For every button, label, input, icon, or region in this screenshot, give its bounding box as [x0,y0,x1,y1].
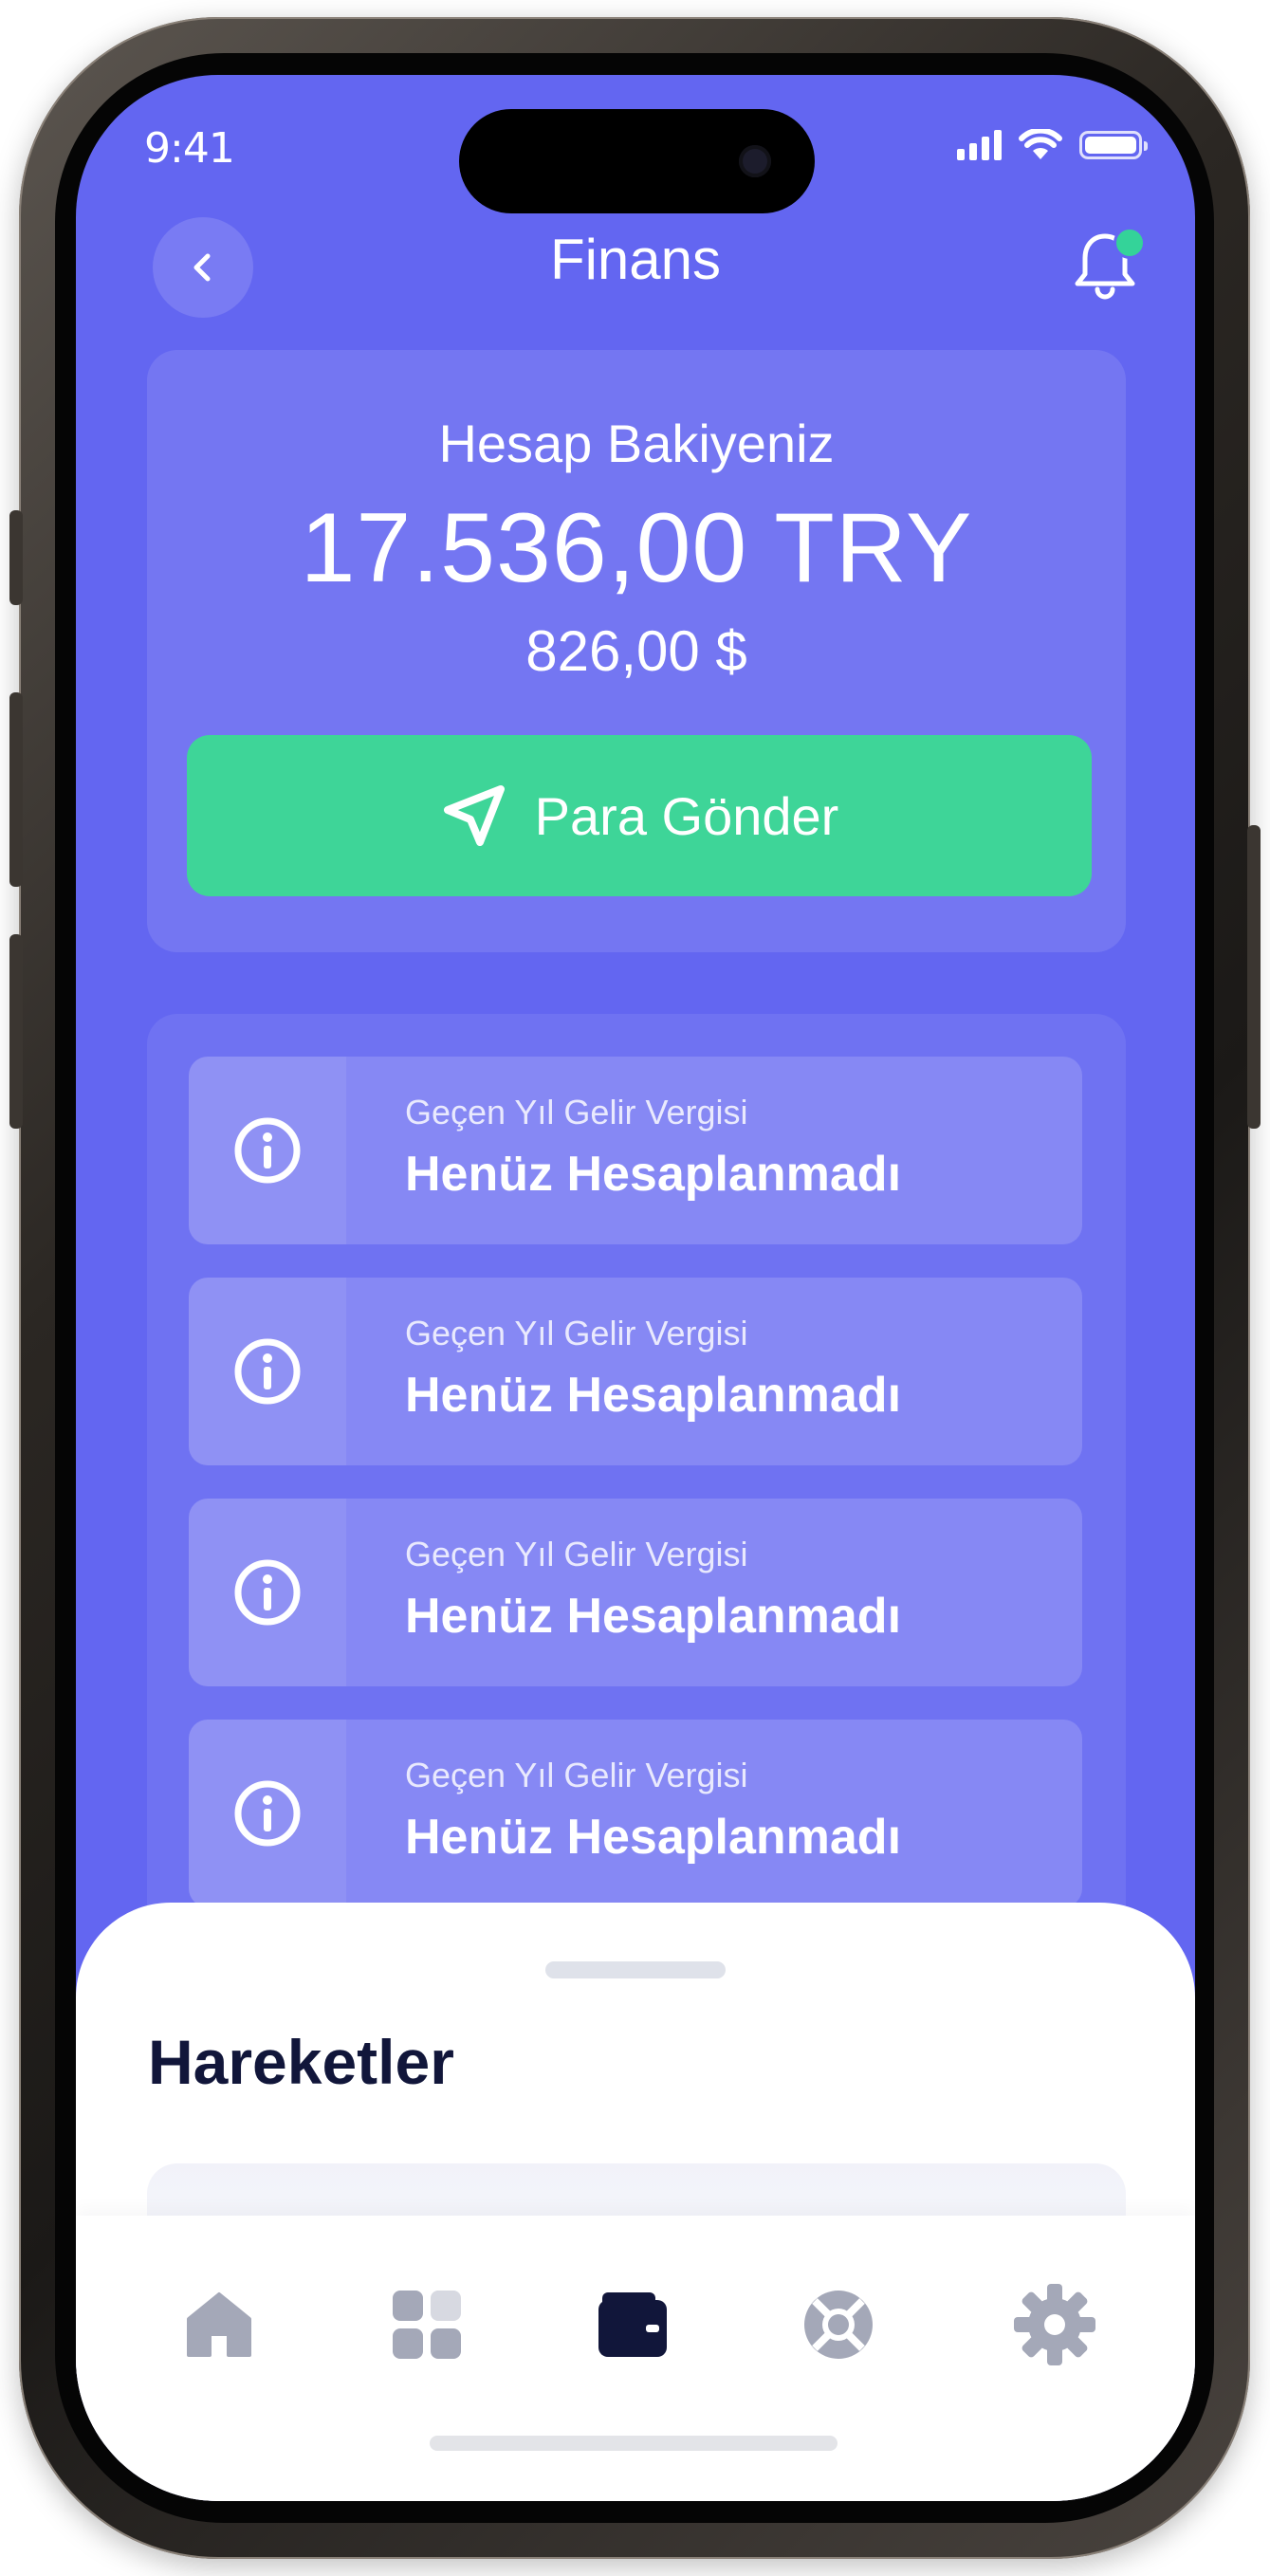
grid-icon [393,2291,461,2359]
lifebuoy-icon [804,2291,873,2359]
volume-down-button [9,934,23,1129]
info-item-title: Henüz Hesaplanmadı [405,1368,902,1423]
volume-up-button [9,692,23,887]
info-icon-box [189,1057,346,1244]
cellular-signal-icon [957,130,1002,160]
tab-support[interactable] [786,2272,891,2377]
notification-button[interactable] [1072,227,1148,312]
send-icon [443,785,505,846]
balance-card: Hesap Bakiyeniz 17.536,00 TRY 826,00 $ P… [147,350,1126,952]
status-icons [957,129,1148,161]
info-icon [234,1780,301,1847]
mute-switch [9,510,23,605]
battery-icon [1079,131,1148,159]
screen: 9:41 Finans Hesap Bakiyeniz 17.536,00 TR… [76,75,1195,2501]
home-indicator [430,2436,837,2451]
info-item[interactable]: Geçen Yıl Gelir Vergisi Henüz Hesaplanma… [189,1499,1082,1686]
info-item-subtitle: Geçen Yıl Gelir Vergisi [405,1314,748,1352]
tab-dashboard[interactable] [375,2272,479,2377]
info-icon [234,1559,301,1626]
wifi-icon [1019,129,1062,159]
info-item-title: Henüz Hesaplanmadı [405,1589,902,1644]
info-item-subtitle: Geçen Yıl Gelir Vergisi [405,1093,748,1132]
balance-label: Hesap Bakiyeniz [438,414,835,473]
info-item-subtitle: Geçen Yıl Gelir Vergisi [405,1535,748,1573]
info-panel: Geçen Yıl Gelir Vergisi Henüz Hesaplanma… [147,1014,1126,2019]
status-time: 9:41 [144,124,235,173]
dynamic-island [459,109,815,213]
info-item-title: Henüz Hesaplanmadı [405,1147,902,1202]
tab-wallet[interactable] [580,2272,685,2377]
info-icon-box [189,1720,346,1907]
balance-amount: 17.536,00 TRY [300,493,973,603]
info-item[interactable]: Geçen Yıl Gelir Vergisi Henüz Hesaplanma… [189,1278,1082,1465]
power-button [1247,825,1261,1129]
tab-home[interactable] [167,2272,271,2377]
home-icon [187,2292,251,2357]
balance-usd-amount: 826,00 $ [525,619,747,683]
send-money-button[interactable]: Para Gönder [187,735,1092,896]
info-item[interactable]: Geçen Yıl Gelir Vergisi Henüz Hesaplanma… [189,1720,1082,1907]
info-icon-box [189,1278,346,1465]
page-title: Finans [549,228,722,291]
tab-bar [76,2216,1195,2501]
sheet-drag-handle[interactable] [545,1961,726,1978]
gear-icon [1014,2284,1095,2365]
sheet-title: Hareketler [148,2027,454,2097]
wallet-icon [598,2292,667,2357]
info-icon-box [189,1499,346,1686]
front-camera [739,145,771,177]
info-icon [234,1117,301,1184]
notification-dot [1114,227,1146,259]
info-item-subtitle: Geçen Yıl Gelir Vergisi [405,1756,748,1794]
info-item-title: Henüz Hesaplanmadı [405,1810,902,1865]
info-icon [234,1338,301,1405]
tab-settings[interactable] [1003,2272,1107,2377]
info-item[interactable]: Geçen Yıl Gelir Vergisi Henüz Hesaplanma… [189,1057,1082,1244]
send-money-label: Para Gönder [534,785,839,846]
